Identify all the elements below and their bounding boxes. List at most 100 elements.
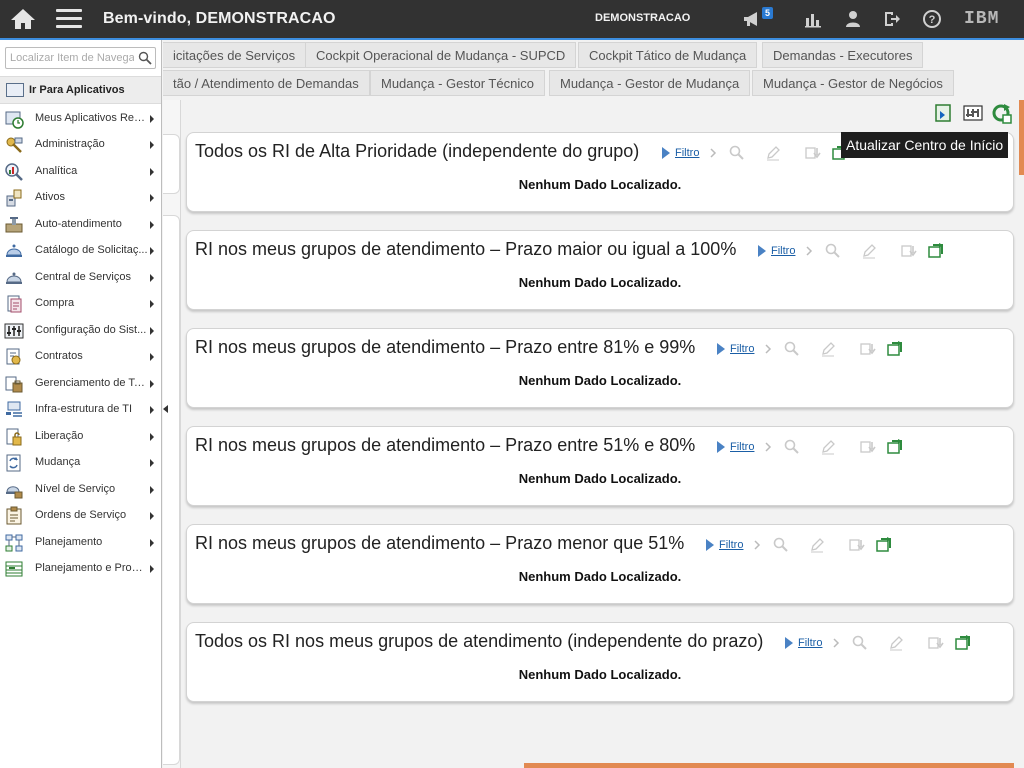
filter-link[interactable]: Filtro xyxy=(798,637,822,649)
bulletin-megaphone-icon[interactable] xyxy=(742,9,762,29)
tab-cockpit-tatico[interactable]: Cockpit Tático de Mudança xyxy=(578,42,758,68)
task-management-icon xyxy=(5,376,23,393)
sidebar-item-catalogo[interactable]: Catálogo de Solicitaç... xyxy=(0,238,161,264)
download-icon[interactable] xyxy=(860,341,878,357)
edit-pencil-icon[interactable] xyxy=(820,439,836,455)
refresh-portlet-icon[interactable] xyxy=(954,634,972,652)
refresh-start-center-icon[interactable] xyxy=(990,102,1012,124)
tab-gestor-mudanca[interactable]: Mudança - Gestor de Mudança xyxy=(549,70,751,96)
user-profile-icon[interactable] xyxy=(843,9,863,29)
sidebar-item-ordens-servico[interactable]: Ordens de Serviço xyxy=(0,503,161,529)
sidebar-item-recent-apps[interactable]: Meus Aplicativos Rec... xyxy=(0,106,161,132)
refresh-portlet-icon[interactable] xyxy=(886,438,904,456)
portlet-title: RI nos meus grupos de atendimento – Praz… xyxy=(195,239,737,259)
tab-gestor-tecnico[interactable]: Mudança - Gestor Técnico xyxy=(370,70,545,96)
edit-pencil-icon[interactable] xyxy=(861,243,877,259)
chevron-right-icon xyxy=(710,148,717,158)
sidebar-item-planejamento-programacao[interactable]: Planejamento e Progr... xyxy=(0,556,161,582)
sidebar-item-label: Meus Aplicativos Rec... xyxy=(35,112,148,124)
sidebar-item-infraestrutura[interactable]: Infra-estrutura de TI xyxy=(0,397,161,423)
filter-link[interactable]: Filtro xyxy=(730,343,754,355)
tab-solicitacoes-servicos[interactable]: icitações de Serviços xyxy=(163,42,307,68)
tab-demandas-executores[interactable]: Demandas - Executores xyxy=(762,42,924,68)
portlet-prazo-51-80: RI nos meus grupos de atendimento – Praz… xyxy=(186,426,1014,506)
sign-out-icon[interactable] xyxy=(882,9,902,29)
sidebar-item-configuracao[interactable]: Configuração do Sist... xyxy=(0,318,161,344)
filter-arrow-icon[interactable] xyxy=(661,146,671,160)
go-to-applications[interactable]: Ir Para Aplicativos xyxy=(0,76,161,104)
sidebar-item-administracao[interactable]: Administração xyxy=(0,132,161,158)
home-icon[interactable] xyxy=(8,6,38,32)
download-icon[interactable] xyxy=(901,243,919,259)
empty-message: Nenhum Dado Localizado. xyxy=(518,569,682,584)
horizontal-scrollbar[interactable] xyxy=(524,763,1014,768)
search-magnifier-icon[interactable] xyxy=(825,243,841,259)
edit-pencil-icon[interactable] xyxy=(820,341,836,357)
sidebar-item-label: Ativos xyxy=(35,191,65,203)
download-icon[interactable] xyxy=(849,537,867,553)
filter-link[interactable]: Filtro xyxy=(719,539,743,551)
tab-gestor-negocios[interactable]: Mudança - Gestor de Negócios xyxy=(752,70,954,96)
sidebar-collapse-handle-icon[interactable] xyxy=(163,405,168,413)
refresh-portlet-icon[interactable] xyxy=(886,340,904,358)
edit-pencil-icon[interactable] xyxy=(809,537,825,553)
filter-arrow-icon[interactable] xyxy=(705,538,715,552)
filter-arrow-icon[interactable] xyxy=(784,636,794,650)
chevron-right-icon xyxy=(150,406,154,414)
filter-link[interactable]: Filtro xyxy=(730,441,754,453)
search-magnifier-icon[interactable] xyxy=(773,537,789,553)
help-icon[interactable]: ? xyxy=(922,9,942,29)
refresh-portlet-icon[interactable] xyxy=(875,536,893,554)
empty-message: Nenhum Dado Localizado. xyxy=(518,471,682,486)
vertical-scrollbar[interactable] xyxy=(1019,100,1024,175)
sidebar-item-central-servicos[interactable]: Central de Serviços xyxy=(0,265,161,291)
filter-arrow-icon[interactable] xyxy=(757,244,767,258)
search-magnifier-icon[interactable] xyxy=(784,341,800,357)
portlet-title: Todos os RI nos meus grupos de atendimen… xyxy=(195,631,764,651)
system-config-icon xyxy=(4,323,24,339)
sidebar-item-ativos[interactable]: Ativos xyxy=(0,185,161,211)
filter-link[interactable]: Filtro xyxy=(771,245,795,257)
svg-text:?: ? xyxy=(929,14,936,26)
sidebar-item-liberacao[interactable]: Liberação xyxy=(0,424,161,450)
sidebar-item-nivel-servico[interactable]: Nível de Serviço xyxy=(0,477,161,503)
sidebar-item-contratos[interactable]: Contratos xyxy=(0,344,161,370)
portlet-toolbar: Filtro xyxy=(716,438,904,456)
search-magnifier-icon[interactable] xyxy=(729,145,745,161)
filter-link[interactable]: Filtro xyxy=(675,147,699,159)
edit-pencil-icon[interactable] xyxy=(888,635,904,651)
sidebar-item-analitica[interactable]: Analítica xyxy=(0,159,161,185)
download-icon[interactable] xyxy=(928,635,946,651)
sidebar-item-auto-atendimento[interactable]: Auto-atendimento xyxy=(0,212,161,238)
sidebar-item-label: Ordens de Serviço xyxy=(35,509,127,521)
search-magnifier-icon[interactable] xyxy=(784,439,800,455)
tab-cockpit-operacional[interactable]: Cockpit Operacional de Mudança - SUPCD xyxy=(305,42,577,68)
filter-arrow-icon[interactable] xyxy=(716,440,726,454)
download-icon[interactable] xyxy=(860,439,878,455)
portlet-prazo-81-99: RI nos meus grupos de atendimento – Praz… xyxy=(186,328,1014,408)
sidebar-item-label: Planejamento xyxy=(35,536,103,548)
filter-arrow-icon[interactable] xyxy=(716,342,726,356)
tab-atendimento-demandas[interactable]: tão / Atendimento de Demandas xyxy=(163,70,370,96)
portlet-prazo-100: RI nos meus grupos de atendimento – Praz… xyxy=(186,230,1014,310)
chevron-right-icon xyxy=(150,194,154,202)
search-icon[interactable] xyxy=(138,51,152,65)
sidebar-item-mudanca[interactable]: Mudança xyxy=(0,450,161,476)
user-name[interactable]: DEMONSTRACAO xyxy=(595,12,690,24)
search-magnifier-icon[interactable] xyxy=(852,635,868,651)
hamburger-menu-icon[interactable] xyxy=(56,9,82,29)
sidebar-item-label: Auto-atendimento xyxy=(35,218,122,230)
portlet-title: RI nos meus grupos de atendimento – Praz… xyxy=(195,337,696,357)
sidebar-item-planejamento[interactable]: Planejamento xyxy=(0,530,161,556)
edit-pencil-icon[interactable] xyxy=(765,145,781,161)
download-icon[interactable] xyxy=(805,145,823,161)
navigation-search-input[interactable] xyxy=(8,50,136,66)
edit-layout-icon[interactable] xyxy=(962,102,984,124)
sidebar-item-gerenciamento-tarefas[interactable]: Gerenciamento de Ta... xyxy=(0,371,161,397)
purchasing-icon xyxy=(7,295,22,313)
refresh-portlet-icon[interactable] xyxy=(927,242,945,260)
chevron-right-icon xyxy=(150,168,154,176)
layout-content-icon[interactable] xyxy=(933,102,955,124)
sidebar-item-compra[interactable]: Compra xyxy=(0,291,161,317)
reports-chart-icon[interactable] xyxy=(803,9,823,29)
